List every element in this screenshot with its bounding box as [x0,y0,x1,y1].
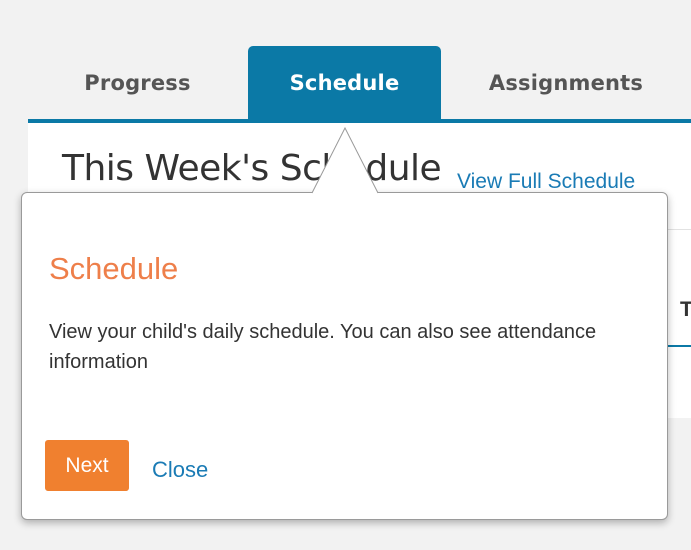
column-header-underline [668,345,691,347]
popover-arrow [311,126,379,194]
popover-title: Schedule [49,251,179,286]
tab-bar: Progress Schedule Assignments [28,46,691,120]
popover-body: View your child's daily schedule. You ca… [49,321,597,373]
schedule-heading: This Week's Schedule [62,148,442,189]
tour-popover: Schedule View your child's daily schedul… [21,192,668,520]
view-full-schedule-link[interactable]: View Full Schedule [457,170,635,194]
next-button[interactable]: Next [45,440,129,491]
tab-assignments[interactable]: Assignments [441,46,691,120]
tab-progress[interactable]: Progress [28,46,247,120]
tab-schedule[interactable]: Schedule [248,46,441,120]
close-link[interactable]: Close [152,457,208,483]
column-header-partial: T [680,298,691,321]
page: { "tabs": [ {"label": "Progress", "activ… [0,0,691,550]
